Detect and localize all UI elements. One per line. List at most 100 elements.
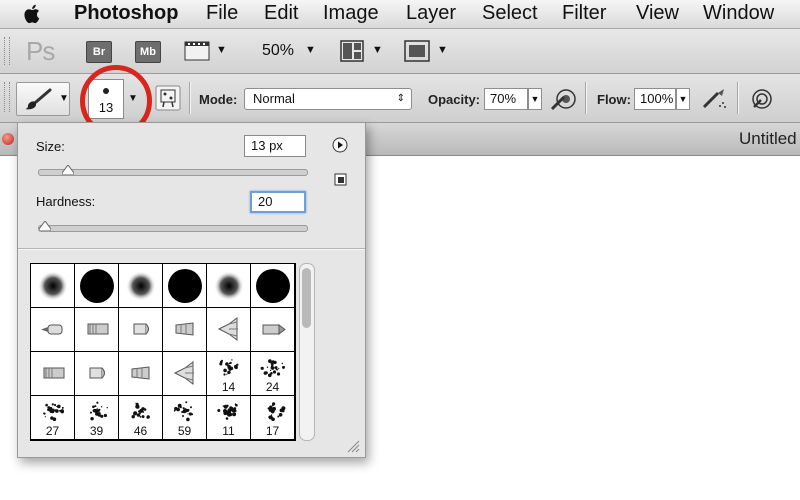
mode-value: Normal	[253, 91, 295, 106]
airbrush-icon[interactable]	[700, 85, 728, 111]
brush-tool-icon	[25, 88, 52, 110]
hardness-slider-track[interactable]	[38, 221, 308, 232]
mode-label: Mode:	[199, 92, 238, 107]
brush-preset-scatter[interactable]: 17	[251, 396, 295, 440]
brush-tip-icon	[80, 269, 114, 303]
mode-select[interactable]: Normal ⇕	[244, 88, 412, 110]
brush-preset-scatter[interactable]: 27	[31, 396, 75, 440]
brush-preset-soft[interactable]	[207, 264, 251, 308]
brush-preset-size: 11	[222, 424, 235, 438]
brush-preset-scatter[interactable]: 59	[163, 396, 207, 440]
brush-preset-tip-angled[interactable]	[119, 352, 163, 396]
menu-edit[interactable]: Edit	[264, 2, 298, 25]
size-input[interactable]: 13 px	[244, 135, 306, 157]
tool-preset-picker[interactable]: ▼	[16, 82, 70, 116]
screen-mode-icon[interactable]	[404, 40, 430, 62]
menu-filter[interactable]: Filter	[562, 2, 606, 25]
menu-select[interactable]: Select	[482, 2, 538, 25]
brush-preset-tip-flat[interactable]	[75, 308, 119, 352]
arrange-documents-icon[interactable]	[340, 40, 364, 62]
brush-preset-tip-blunt[interactable]	[75, 352, 119, 396]
size-slider-thumb[interactable]	[62, 165, 74, 175]
flow-label: Flow:	[597, 92, 631, 107]
brush-preset-hard[interactable]	[251, 264, 295, 308]
brush-preset-tip-flat[interactable]	[31, 352, 75, 396]
app-menu[interactable]: Photoshop	[74, 2, 178, 25]
separator	[189, 82, 191, 114]
size-slider-track[interactable]	[38, 165, 308, 176]
scrollbar-thumb[interactable]	[302, 268, 311, 328]
brush-preset-scatter[interactable]: 46	[119, 396, 163, 440]
ps-logo: Ps	[26, 36, 55, 66]
stepper-arrows-icon: ⇕	[396, 93, 405, 104]
launch-bridge-button[interactable]: Br	[86, 41, 112, 63]
menu-bar: Photoshop File Edit Image Layer Select F…	[0, 0, 800, 29]
close-document-icon[interactable]	[2, 133, 14, 145]
hardness-value: 20	[258, 194, 273, 209]
preset-scrollbar[interactable]	[299, 263, 315, 441]
brush-preset-size: 46	[133, 424, 148, 438]
new-preset-icon[interactable]	[334, 173, 347, 186]
airbrush-pressure-opacity-icon[interactable]	[550, 85, 578, 111]
size-value: 13 px	[251, 138, 283, 153]
brush-tip-icon	[175, 322, 194, 336]
brush-preset-tip-fan[interactable]	[163, 352, 207, 396]
brush-preset-hard[interactable]	[75, 264, 119, 308]
brush-tip-icon	[256, 269, 290, 303]
filmstrip-icon[interactable]	[184, 41, 210, 61]
brush-tip-icon	[131, 366, 150, 380]
brush-tip-icon	[262, 324, 286, 335]
hardness-slider-thumb[interactable]	[39, 221, 51, 231]
brush-preset-hard[interactable]	[163, 264, 207, 308]
brush-preset-tip-fan[interactable]	[207, 308, 251, 352]
flow-input[interactable]: 100%	[634, 88, 676, 110]
document-title[interactable]: Untitled	[739, 129, 797, 149]
separator	[18, 248, 365, 250]
brush-preset-tip-round[interactable]	[31, 308, 75, 352]
size-label: Size:	[36, 139, 65, 154]
brush-preset-soft[interactable]	[119, 264, 163, 308]
brush-preset-tip-point[interactable]	[251, 308, 295, 352]
brush-preset-scatter[interactable]: 24	[251, 352, 295, 396]
resize-grip-icon[interactable]	[346, 439, 360, 453]
hardness-input[interactable]: 20	[250, 191, 306, 213]
menu-view[interactable]: View	[636, 2, 679, 25]
zoom-level[interactable]: 50%	[262, 42, 294, 60]
drag-grip[interactable]	[4, 82, 10, 112]
chevron-down-icon: ▼	[678, 94, 688, 104]
opacity-input[interactable]: 70%	[484, 88, 528, 110]
brush-tip-icon	[126, 271, 156, 301]
brush-preset-scatter[interactable]: 39	[75, 396, 119, 440]
chevron-down-icon: ▼	[59, 93, 69, 104]
menu-image[interactable]: Image	[323, 2, 379, 25]
brush-tip-icon	[43, 367, 65, 379]
flow-dropdown[interactable]: ▼	[676, 88, 690, 110]
brush-preset-size: 59	[177, 424, 192, 438]
opacity-dropdown[interactable]: ▼	[528, 88, 542, 110]
brush-tip-icon	[41, 324, 63, 335]
launch-mini-bridge-button[interactable]: Mb	[135, 41, 161, 63]
brush-tip-icon	[217, 317, 238, 341]
chevron-down-icon[interactable]: ▼	[216, 44, 227, 56]
chevron-down-icon[interactable]: ▼	[372, 44, 383, 56]
tablet-pressure-size-icon[interactable]	[748, 85, 776, 111]
brush-preset-soft[interactable]	[31, 264, 75, 308]
brush-preset-scatter[interactable]: 14	[207, 352, 251, 396]
brush-preset-scatter[interactable]: 11	[207, 396, 251, 440]
brush-tip-icon	[87, 323, 109, 335]
drag-grip[interactable]	[4, 37, 10, 65]
chevron-down-icon[interactable]: ▼	[437, 44, 448, 56]
menu-layer[interactable]: Layer	[406, 2, 456, 25]
brush-panel-toggle-icon[interactable]	[155, 85, 181, 111]
apple-icon[interactable]	[22, 3, 44, 25]
menu-window[interactable]: Window	[703, 2, 774, 25]
menu-file[interactable]: File	[206, 2, 238, 25]
brush-preset-tip-blunt[interactable]	[119, 308, 163, 352]
separator	[585, 82, 587, 114]
brush-preset-grid: 14 24 27 39 46 59 11 17	[30, 263, 296, 441]
brush-preset-tip-angled[interactable]	[163, 308, 207, 352]
brush-preset-size: 24	[265, 380, 280, 394]
panel-menu-icon[interactable]	[332, 137, 348, 153]
chevron-down-icon[interactable]: ▼	[305, 44, 316, 56]
brush-preset-size: 39	[89, 424, 104, 438]
